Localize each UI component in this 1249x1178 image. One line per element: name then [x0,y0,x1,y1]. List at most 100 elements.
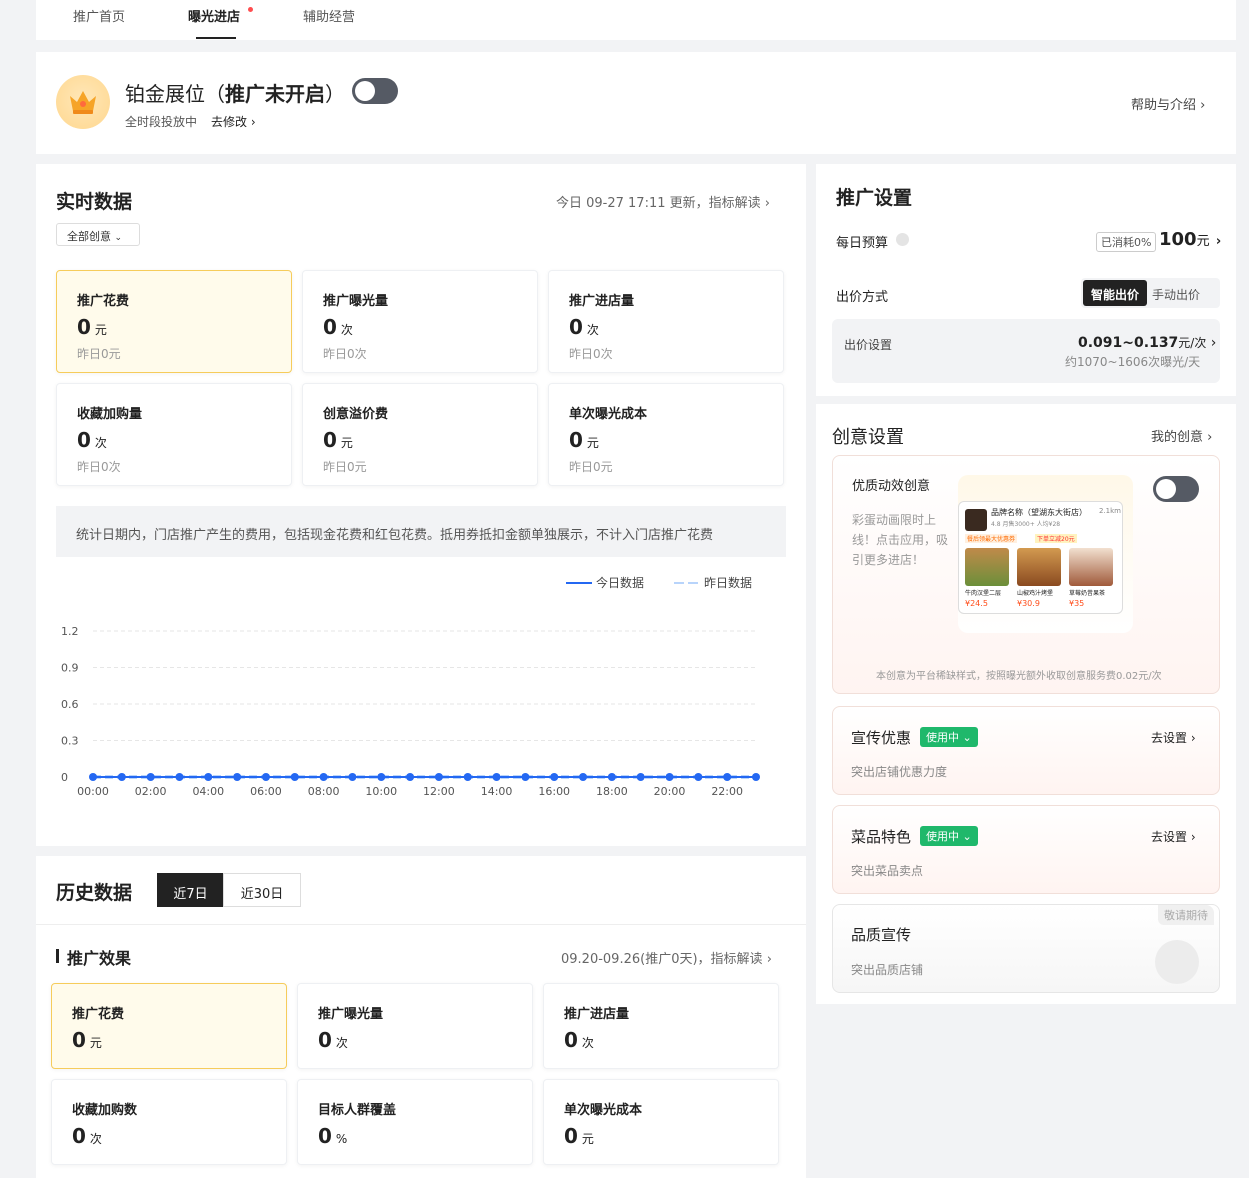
active-tab-indicator [196,37,236,39]
page-title: 铂金展位（推广未开启） [125,82,345,106]
data-point[interactable] [233,773,242,781]
range-7d-button[interactable]: 近7日 [157,873,224,907]
consumed-badge: 已消耗0% [1096,232,1157,252]
realtime-line-chart: 1.2 0.9 0.6 0.3 0 00:00 02:00 04:00 06:00 08:00 10… [61,625,760,798]
metric-card[interactable]: 收藏加购量 0次 昨日0次 [56,383,292,486]
preview-shop-card: 品牌名称（望湖东大街店） 4.8 月售3000+ 人均¥28 2.1km 餐后领… [958,501,1123,614]
history-metric-card[interactable]: 推广曝光量 0次 [297,983,533,1069]
promo-discount-card[interactable] [832,706,1220,795]
metric-card[interactable]: 推广曝光量 0次 昨日0次 [302,270,538,373]
metric-card[interactable]: 创意溢价费 0元 昨日0元 [302,383,538,486]
food-photo-burger [965,548,1009,586]
tab-promo-home[interactable]: 推广首页 [73,6,125,25]
manual-bid-option[interactable]: 手动出价 [1152,286,1200,303]
data-point[interactable] [636,773,645,781]
data-point[interactable] [665,773,674,781]
history-metric-card[interactable]: 目标人群覆盖 0% [297,1079,533,1165]
effect-title: 推广效果 [67,949,132,968]
x-tick-label: 08:00 [308,785,340,798]
period-link[interactable]: 09.20-09.26(推广0天)，指标解读 › [561,948,772,967]
range-30d-button[interactable]: 近30日 [223,873,301,907]
info-icon[interactable] [896,233,909,246]
x-tick-label: 18:00 [596,785,628,798]
data-point[interactable] [607,773,616,781]
budget-label: 每日预算 [836,236,889,251]
in-use-badge[interactable]: 使用中 ⌄ [920,727,978,747]
chevron-right-icon: › [250,115,256,129]
schedule-status: 全时段投放中 [125,115,198,129]
history-metric-card[interactable]: 单次曝光成本 0元 [543,1079,779,1165]
chevron-right-icon: › [1190,731,1196,745]
data-point[interactable] [550,773,559,781]
y-tick-label: 1.2 [61,625,79,638]
edit-schedule-link[interactable]: 去修改 › [211,113,256,130]
data-point[interactable] [89,773,97,781]
bid-setting-label: 出价设置 [844,338,893,352]
premium-desc: 彩蛋动画限时上线！点击应用，吸引更多进店！ [852,513,949,567]
data-point[interactable] [348,773,357,781]
data-point[interactable] [406,773,415,781]
x-tick-label: 20:00 [654,785,686,798]
data-point[interactable] [204,773,213,781]
in-use-badge[interactable]: 使用中 ⌄ [920,826,978,846]
data-point[interactable] [290,773,299,781]
creative-filter-dropdown[interactable]: 全部创意 ⌄ [56,223,140,246]
x-tick-label: 14:00 [481,785,513,798]
bid-range: 0.091~0.137元/次 › [1078,335,1217,351]
promo-discount-title: 宣传优惠 [851,729,912,747]
smart-bid-option[interactable]: 智能出价 [1083,280,1147,306]
data-point[interactable] [175,773,184,781]
quality-title: 品质宣传 [851,926,912,944]
metric-card[interactable]: 推广进店量 0次 昨日0次 [548,270,784,373]
data-point[interactable] [319,773,328,781]
tab-assist[interactable]: 辅助经营 [303,6,355,25]
realtime-title: 实时数据 [56,191,133,213]
premium-toggle[interactable] [1153,476,1199,502]
history-title: 历史数据 [56,882,133,904]
data-point[interactable] [752,773,760,781]
dish-feature-setup[interactable]: 去设置 › [1151,828,1196,845]
y-tick-label: 0 [61,771,68,784]
data-point[interactable] [723,773,732,781]
chevron-down-icon: ⌄ [962,731,972,744]
settings-title: 推广设置 [836,187,913,209]
data-point[interactable] [434,773,443,781]
my-creative-link[interactable]: 我的创意 › [1151,426,1212,445]
premium-footnote: 本创意为平台稀缺样式，按照曝光额外收取创意服务费0.02元/次 [876,671,1162,682]
y-tick-label: 0.3 [61,735,79,748]
history-metric-card[interactable]: 推广进店量 0次 [543,983,779,1069]
realtime-updated-link[interactable]: 今日 09-27 17:11 更新，指标解读 › [556,192,770,211]
data-point[interactable] [117,773,126,781]
promo-toggle[interactable] [352,78,398,104]
chevron-down-icon: ⌄ [114,233,123,243]
metric-card[interactable]: 推广花费 0元 昨日0元 [56,270,292,373]
x-tick-label: 10:00 [365,785,397,798]
history-metric-card[interactable]: 收藏加购数 0次 [51,1079,287,1165]
chevron-right-icon: › [1215,234,1222,249]
data-point[interactable] [463,773,472,781]
data-point[interactable] [261,773,270,781]
help-link[interactable]: 帮助与介绍 › [1131,94,1205,113]
chevron-right-icon: › [764,196,770,211]
tab-exposure[interactable]: 曝光进店 [188,6,240,25]
data-point[interactable] [146,773,155,781]
chevron-down-icon: ⌄ [962,830,972,843]
legend-today: 今日数据 [566,574,656,592]
data-point[interactable] [579,773,588,781]
dish-feature-card[interactable] [832,805,1220,894]
metric-note: 统计日期内，门店推广产生的费用，包括现金花费和红包花费。抵用券抵扣金额单独展示，… [56,506,786,557]
data-point[interactable] [377,773,386,781]
promo-discount-setup[interactable]: 去设置 › [1151,729,1196,746]
metric-card[interactable]: 单次曝光成本 0元 昨日0元 [548,383,784,486]
history-metric-card[interactable]: 推广花费 0元 [51,983,287,1069]
data-point[interactable] [694,773,703,781]
chevron-right-icon: › [1210,335,1217,351]
bid-mode-label: 出价方式 [836,290,889,305]
y-tick-label: 0.9 [61,662,79,675]
creative-title: 创意设置 [832,427,904,448]
section-marker [56,949,59,963]
budget-value[interactable]: 100元 › [1159,229,1221,250]
data-point[interactable] [492,773,501,781]
x-tick-label: 04:00 [192,785,224,798]
data-point[interactable] [521,773,530,781]
